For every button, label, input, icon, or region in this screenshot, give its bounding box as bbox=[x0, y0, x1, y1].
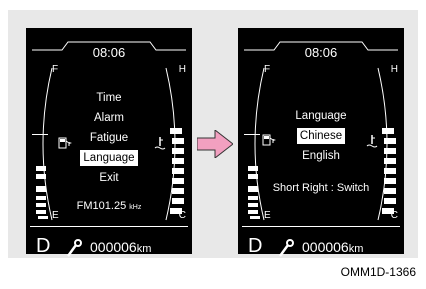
language-option-english[interactable]: English bbox=[238, 146, 404, 166]
switch-hint: Short Right : Switch bbox=[272, 182, 370, 194]
odometer: 000006km bbox=[90, 239, 151, 255]
wrench-icon bbox=[66, 239, 82, 260]
radio-unit: kHz bbox=[129, 204, 142, 211]
language-option-chinese[interactable]: Chinese bbox=[238, 126, 404, 146]
bottom-divider bbox=[242, 226, 400, 227]
menu-item-fatigue[interactable]: Fatigue bbox=[26, 128, 192, 148]
radio-info: FM101.25 kHz bbox=[26, 200, 192, 212]
transition-arrow-icon bbox=[197, 130, 233, 158]
gear-indicator: D bbox=[36, 235, 51, 257]
selected-language[interactable]: Chinese bbox=[296, 128, 346, 144]
menu-item-alarm[interactable]: Alarm bbox=[26, 108, 192, 128]
bottom-divider bbox=[30, 226, 188, 227]
gear-indicator: D bbox=[248, 235, 263, 257]
cluster-screen-language: 08:06 F E H C Language Chinese English S… bbox=[238, 28, 404, 257]
odometer-unit: km bbox=[136, 243, 152, 255]
figure-caption: OMM1D-1366 bbox=[340, 265, 416, 279]
language-menu: Language Chinese English bbox=[238, 106, 404, 166]
odometer-value: 000006 bbox=[302, 239, 349, 255]
menu-item-exit[interactable]: Exit bbox=[26, 168, 192, 188]
clock: 08:06 bbox=[92, 45, 126, 60]
odometer-unit: km bbox=[348, 243, 364, 255]
odometer: 000006km bbox=[302, 239, 363, 255]
wrench-icon bbox=[278, 239, 294, 260]
selected-menu-item[interactable]: Language bbox=[80, 150, 138, 166]
clock: 08:06 bbox=[304, 45, 338, 60]
menu-item-time[interactable]: Time bbox=[26, 88, 192, 108]
cluster-screen-menu: 08:06 F E H C Time Alarm Fatigue Languag… bbox=[26, 28, 192, 257]
radio-frequency: FM101.25 bbox=[76, 200, 127, 212]
settings-menu: Time Alarm Fatigue Language Exit bbox=[26, 88, 192, 188]
menu-item-language[interactable]: Language bbox=[26, 148, 192, 168]
odometer-value: 000006 bbox=[90, 239, 137, 255]
language-title: Language bbox=[295, 110, 347, 122]
